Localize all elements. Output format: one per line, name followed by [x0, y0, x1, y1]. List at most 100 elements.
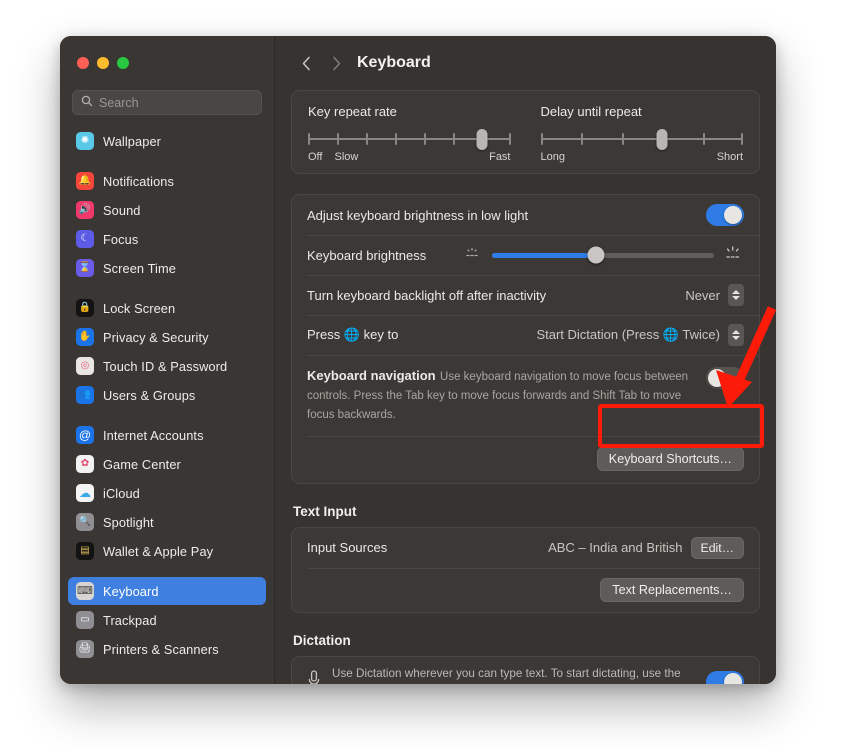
sidebar-item-touch-id[interactable]: ◎ Touch ID & Password — [68, 352, 266, 380]
sidebar-item-label: Screen Time — [103, 261, 176, 276]
titlebar: Keyboard — [275, 36, 776, 90]
sidebar-item-printers-scanners[interactable]: 🖨 Printers & Scanners — [68, 635, 266, 663]
sidebar-item-internet-accounts[interactable]: @ Internet Accounts — [68, 421, 266, 449]
slider-thumb[interactable] — [476, 129, 487, 150]
keyboard-brightness-label: Keyboard brightness — [307, 248, 465, 263]
keyboard-navigation-label: Keyboard navigation — [307, 368, 436, 383]
sidebar-item-lock-screen[interactable]: 🔒 Lock Screen — [68, 294, 266, 322]
input-sources-label: Input Sources — [307, 540, 548, 555]
adjust-brightness-label: Adjust keyboard brightness in low light — [307, 208, 706, 223]
edit-input-sources-button[interactable]: Edit… — [691, 537, 745, 559]
sidebar-item-wallet-apple-pay[interactable]: ▤ Wallet & Apple Pay — [68, 537, 266, 565]
traffic-lights — [60, 36, 274, 90]
repeat-sliders: Key repeat rate Of — [292, 91, 759, 173]
sidebar-item-game-center[interactable]: ✿ Game Center — [68, 450, 266, 478]
wallpaper-icon: ✺ — [76, 132, 94, 150]
sidebar-divider — [68, 410, 266, 421]
microphone-icon — [307, 669, 321, 684]
zoom-button[interactable] — [117, 57, 129, 69]
dictation-section-title: Dictation — [293, 633, 760, 648]
sidebar-item-label: Game Center — [103, 457, 181, 472]
backlight-off-label: Turn keyboard backlight off after inacti… — [307, 288, 685, 303]
dictation-toggle[interactable] — [706, 671, 744, 684]
sidebar-item-spotlight[interactable]: 🔍 Spotlight — [68, 508, 266, 536]
brightness-high-icon — [724, 245, 744, 266]
sidebar-item-label: Wallet & Apple Pay — [103, 544, 213, 559]
minimize-button[interactable] — [97, 57, 109, 69]
keyboard-icon: ⌨ — [76, 582, 94, 600]
sidebar-item-label: Spotlight — [103, 515, 154, 530]
delay-until-repeat-slider[interactable] — [541, 133, 744, 145]
forward-button[interactable] — [321, 49, 351, 77]
hand-icon: ✋ — [76, 328, 94, 346]
text-input-card: Input Sources ABC – India and British Ed… — [291, 527, 760, 613]
sidebar-item-label: Lock Screen — [103, 301, 175, 316]
back-button[interactable] — [291, 49, 321, 77]
globe-key-label: Press 🌐 key to — [307, 327, 536, 343]
toggle-knob — [724, 673, 742, 684]
keyboard-brightness-slider[interactable] — [492, 253, 714, 258]
sidebar-item-notifications[interactable]: 🔔 Notifications — [68, 167, 266, 195]
key-repeat-rate-label: Key repeat rate — [308, 104, 511, 119]
adjust-brightness-toggle[interactable] — [706, 204, 744, 226]
scale-slow: Slow — [334, 151, 358, 163]
settings-content: Key repeat rate Of — [275, 90, 776, 684]
brightness-low-icon — [465, 246, 482, 265]
backlight-off-stepper[interactable] — [728, 284, 744, 306]
search-icon — [81, 94, 93, 112]
text-replacements-row: Text Replacements… — [292, 568, 759, 612]
sidebar-item-focus[interactable]: ☾ Focus — [68, 225, 266, 253]
sidebar-item-privacy-security[interactable]: ✋ Privacy & Security — [68, 323, 266, 351]
sidebar-item-label: Internet Accounts — [103, 428, 204, 443]
sidebar-item-label: Notifications — [103, 174, 174, 189]
keyboard-shortcuts-button[interactable]: Keyboard Shortcuts… — [597, 447, 744, 471]
adjust-brightness-row: Adjust keyboard brightness in low light — [292, 195, 759, 235]
sidebar-item-label: Privacy & Security — [103, 330, 209, 345]
slider-thumb[interactable] — [588, 247, 605, 264]
sidebar-item-label: iCloud — [103, 486, 140, 501]
sidebar-item-label: Trackpad — [103, 613, 157, 628]
globe-key-prefix: Press — [307, 327, 340, 342]
sidebar-item-wallpaper[interactable]: ✺ Wallpaper — [68, 127, 266, 155]
printer-icon: 🖨 — [76, 640, 94, 658]
sidebar-item-icloud[interactable]: ☁ iCloud — [68, 479, 266, 507]
sidebar-item-users-groups[interactable]: 👥 Users & Groups — [68, 381, 266, 409]
sidebar-item-screen-time[interactable]: ⌛ Screen Time — [68, 254, 266, 282]
key-repeat-rate-slider[interactable] — [308, 133, 511, 145]
sidebar-item-label: Touch ID & Password — [103, 359, 227, 374]
fingerprint-icon: ◎ — [76, 357, 94, 375]
sidebar-item-label: Wallpaper — [103, 134, 161, 149]
sidebar-divider — [68, 566, 266, 577]
close-button[interactable] — [77, 57, 89, 69]
globe-key-stepper[interactable] — [728, 324, 744, 346]
moon-icon: ☾ — [76, 230, 94, 248]
globe-key-value[interactable]: Start Dictation (Press 🌐 Twice) — [536, 327, 720, 343]
input-sources-value: ABC – India and British — [548, 540, 682, 555]
slider-thumb[interactable] — [657, 129, 668, 150]
scale-short: Short — [717, 151, 743, 163]
sidebar-item-keyboard[interactable]: ⌨ Keyboard — [68, 577, 266, 605]
sidebar-item-label: Sound — [103, 203, 141, 218]
keyboard-navigation-row: Keyboard navigation Use keyboard navigat… — [292, 356, 759, 436]
slider-fill — [492, 253, 596, 258]
cloud-icon: ☁ — [76, 484, 94, 502]
delay-until-repeat-label: Delay until repeat — [541, 104, 744, 119]
sidebar-item-label: Keyboard — [103, 584, 159, 599]
keyboard-navigation-toggle[interactable] — [706, 367, 744, 389]
search-placeholder: Search — [99, 96, 139, 110]
text-replacements-button[interactable]: Text Replacements… — [600, 578, 744, 602]
sidebar-item-trackpad[interactable]: ▭ Trackpad — [68, 606, 266, 634]
bell-icon: 🔔 — [76, 172, 94, 190]
sidebar-item-sound[interactable]: 🔊 Sound — [68, 196, 266, 224]
lock-icon: 🔒 — [76, 299, 94, 317]
dictation-description: Use Dictation wherever you can type text… — [332, 666, 695, 684]
toggle-knob — [724, 206, 742, 224]
backlight-off-value[interactable]: Never — [685, 288, 720, 303]
sidebar-item-label: Printers & Scanners — [103, 642, 219, 657]
at-sign-icon: @ — [76, 426, 94, 444]
page-title: Keyboard — [357, 54, 431, 72]
sidebar-item-label: Focus — [103, 232, 138, 247]
system-settings-window: Search ✺ Wallpaper 🔔 Notifications 🔊 Sou… — [60, 36, 776, 684]
search-field[interactable]: Search — [72, 90, 262, 115]
toggle-knob — [708, 369, 726, 387]
